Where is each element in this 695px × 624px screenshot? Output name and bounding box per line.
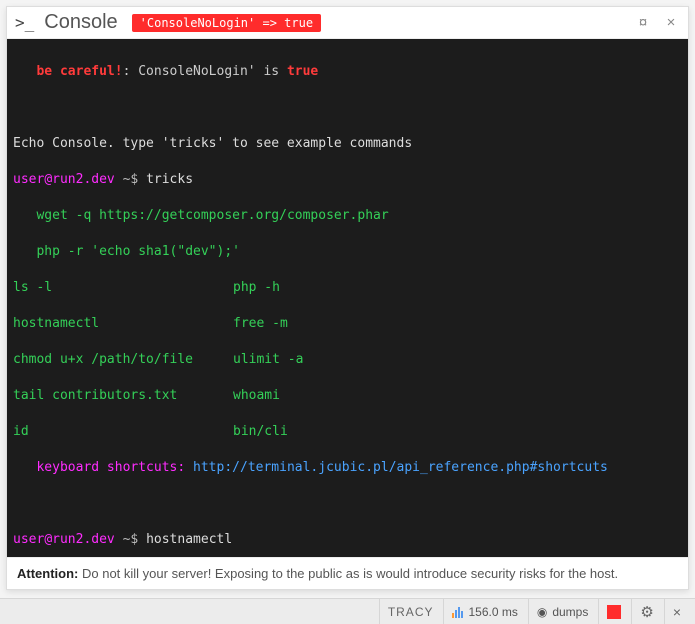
warning-line: be careful!: ConsoleNoLogin' is true	[13, 63, 682, 81]
trick-l4: hostnamectlfree -m	[13, 315, 682, 333]
kb-link[interactable]: http://terminal.jcubic.pl/api_reference.…	[193, 460, 608, 475]
trick-a: chmod u+x /path/to/file	[13, 351, 233, 369]
prompt-host: run2.dev	[52, 532, 115, 547]
titlebar: >_ Console 'ConsoleNoLogin' => true ¤ ×	[7, 7, 688, 39]
cmd-hostnamectl: hostnamectl	[146, 532, 232, 547]
console-panel: >_ Console 'ConsoleNoLogin' => true ¤ × …	[6, 6, 689, 590]
prompt-path: ~	[115, 172, 131, 187]
close-icon: ×	[673, 604, 681, 620]
terminal-area[interactable]: be careful!: ConsoleNoLogin' is true Ech…	[7, 39, 688, 557]
tracy-settings-item[interactable]: ⚙	[631, 599, 661, 624]
prompt-user: user	[13, 172, 44, 187]
blank	[13, 495, 682, 513]
error-icon	[607, 605, 621, 619]
warning-prefix: be careful!	[36, 64, 122, 79]
tracy-time-item[interactable]: 156.0 ms	[443, 599, 525, 624]
attention-footer: Attention: Do not kill your server! Expo…	[7, 557, 688, 589]
cmd-tricks: tricks	[146, 172, 193, 187]
prompt-host: run2.dev	[52, 172, 115, 187]
tracy-time: 156.0 ms	[468, 605, 517, 619]
tracy-logo-item[interactable]: TRACY	[379, 599, 442, 624]
tracy-logo: TRACY	[388, 605, 434, 619]
trick-a: tail contributors.txt	[13, 387, 233, 405]
stats-icon	[452, 606, 463, 618]
close-icon[interactable]: ×	[662, 14, 680, 31]
trick-kb: keyboard shortcuts: http://terminal.jcub…	[13, 459, 682, 477]
tracy-errors-item[interactable]	[598, 599, 629, 624]
trick-a: ls -l	[13, 279, 233, 297]
prompt-at: @	[44, 532, 52, 547]
trick-l5: chmod u+x /path/to/fileulimit -a	[13, 351, 682, 369]
prompt-at: @	[44, 172, 52, 187]
trick-a: hostnamectl	[13, 315, 233, 333]
footer-text: Do not kill your server! Exposing to the…	[78, 566, 618, 581]
trick-a: id	[13, 423, 233, 441]
trick-b: whoami	[233, 387, 280, 405]
gear-icon: ⚙	[640, 603, 653, 621]
tracy-bar: TRACY 156.0 ms ◉ dumps ⚙ ×	[0, 598, 695, 624]
nologin-badge: 'ConsoleNoLogin' => true	[132, 14, 321, 32]
trick-b: free -m	[233, 315, 288, 333]
kb-label: keyboard shortcuts:	[36, 460, 193, 475]
prompt-line-tricks: user@run2.dev ~$ tricks	[13, 171, 682, 189]
trick-l3: ls -lphp -h	[13, 279, 682, 297]
trick-l2: php -r 'echo sha1("dev");'	[13, 243, 682, 261]
intro-line: Echo Console. type 'tricks' to see examp…	[13, 135, 682, 153]
trick-l1: wget -q https://getcomposer.org/composer…	[13, 207, 682, 225]
prompt-dollar: $	[130, 532, 146, 547]
prompt-user: user	[13, 532, 44, 547]
trick-b: php -h	[233, 279, 280, 297]
prompt-line-hostnamectl: user@run2.dev ~$ hostnamectl	[13, 531, 682, 549]
tracy-dumps-item[interactable]: ◉ dumps	[528, 599, 597, 624]
dumps-icon: ◉	[537, 605, 547, 619]
prompt-path: ~	[115, 532, 131, 547]
warning-mid: : ConsoleNoLogin' is	[123, 64, 287, 79]
panel-title: Console	[44, 11, 117, 34]
trick-row: php -r 'echo sha1("dev");'	[36, 244, 240, 259]
trick-row: wget -q https://getcomposer.org/composer…	[36, 208, 388, 223]
tracy-close-item[interactable]: ×	[664, 599, 689, 624]
trick-l6: tail contributors.txtwhoami	[13, 387, 682, 405]
blank	[13, 99, 682, 117]
trick-b: ulimit -a	[233, 351, 303, 369]
footer-label: Attention:	[17, 566, 78, 581]
prompt-icon: >_	[15, 13, 34, 32]
collapse-icon[interactable]: ¤	[634, 14, 652, 31]
warning-value: true	[287, 64, 318, 79]
prompt-dollar: $	[130, 172, 146, 187]
trick-b: bin/cli	[233, 423, 288, 441]
tracy-dumps: dumps	[552, 605, 588, 619]
trick-l7: idbin/cli	[13, 423, 682, 441]
